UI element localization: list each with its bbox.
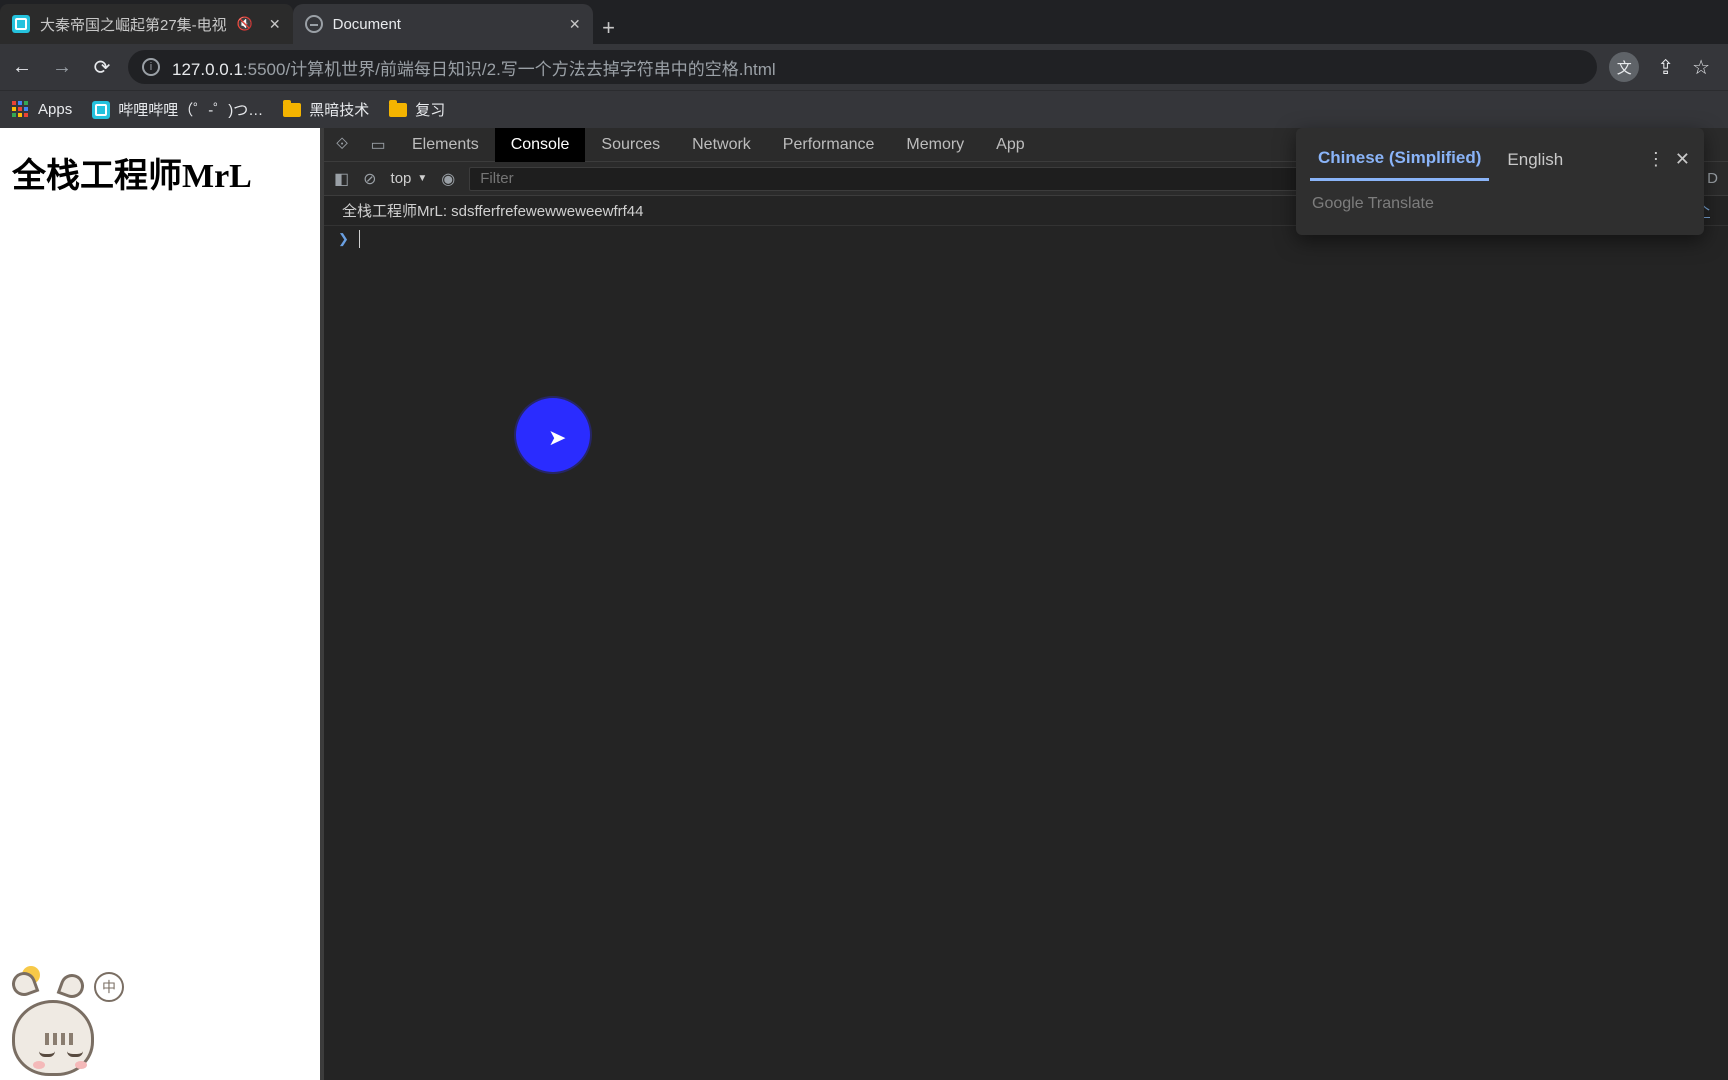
url-port: :5500 [243, 60, 286, 79]
bookmarks-bar: Apps 哔哩哔哩（゜-゜)つ… 黑暗技术 复习 [0, 90, 1728, 128]
tab-memory[interactable]: Memory [890, 128, 980, 162]
page-viewport: 全栈工程师MrL [0, 128, 320, 1080]
new-tab-button[interactable]: + [593, 12, 625, 44]
apps-icon [12, 101, 30, 119]
mascot-bubble[interactable]: 中 [94, 972, 124, 1002]
live-expression-icon[interactable]: ◉ [441, 169, 455, 189]
folder-icon [389, 103, 407, 117]
close-icon[interactable]: ✕ [1675, 149, 1690, 170]
apps-button[interactable]: Apps [12, 101, 72, 119]
tab-title: Document [333, 16, 401, 33]
bilibili-icon [12, 15, 30, 33]
console-body[interactable]: 全栈工程师MrL: sdsfferfrefewewweweewfrf44 2.写… [324, 196, 1728, 1080]
cursor-icon: ➤ [548, 425, 566, 451]
device-toggle-icon[interactable]: ▭ [360, 135, 396, 155]
browser-tabstrip: 大秦帝国之崛起第27集-电视 🔇 ✕ Document ✕ + [0, 0, 1728, 44]
bookmark-folder-dark[interactable]: 黑暗技术 [283, 99, 369, 120]
folder-icon [283, 103, 301, 117]
address-actions: 文 ⇪ ☆ [1609, 52, 1720, 82]
mascot-bubble-text: 中 [102, 977, 116, 997]
translate-lang-english[interactable]: English [1499, 140, 1571, 180]
caret [359, 230, 360, 248]
url-host: 127.0.0.1 [172, 60, 243, 79]
tab-title: 大秦帝国之崛起第27集-电视 [40, 14, 227, 35]
forward-button[interactable]: → [48, 53, 76, 81]
tab-elements[interactable]: Elements [396, 128, 495, 162]
prompt-chevron-icon: ❯ [338, 231, 349, 247]
chevron-down-icon: ▼ [417, 173, 427, 184]
bookmark-label: Apps [38, 101, 72, 118]
devtools-panel: ⟐ ▭ Elements Console Sources Network Per… [324, 128, 1728, 1080]
tab-inactive-1[interactable]: 大秦帝国之崛起第27集-电视 🔇 ✕ [0, 4, 293, 44]
url-path: /计算机世界/前端每日知识/2.写一个方法去掉字符串中的空格.html [285, 60, 775, 79]
star-icon[interactable]: ☆ [1692, 55, 1710, 80]
inspect-icon[interactable]: ⟐ [324, 136, 360, 154]
page-icon [305, 15, 323, 33]
bookmark-folder-review[interactable]: 复习 [389, 99, 445, 120]
tab-sources[interactable]: Sources [585, 128, 676, 162]
reload-button[interactable]: ⟳ [88, 53, 116, 81]
share-icon[interactable]: ⇪ [1657, 55, 1674, 80]
tab-console[interactable]: Console [495, 128, 586, 162]
omnibox[interactable]: i 127.0.0.1:5500/计算机世界/前端每日知识/2.写一个方法去掉字… [128, 50, 1597, 84]
workspace: 全栈工程师MrL ⟐ ▭ Elements Console Sources Ne… [0, 128, 1728, 1080]
close-icon[interactable]: ✕ [569, 16, 581, 33]
translate-icon[interactable]: 文 [1609, 52, 1639, 82]
mascot-overlay: 中 [4, 966, 124, 1076]
site-info-icon[interactable]: i [142, 58, 160, 76]
back-button[interactable]: ← [8, 53, 36, 81]
close-icon[interactable]: ✕ [269, 16, 281, 33]
bookmark-bilibili[interactable]: 哔哩哔哩（゜-゜)つ… [92, 99, 263, 120]
url-text: 127.0.0.1:5500/计算机世界/前端每日知识/2.写一个方法去掉字符串… [172, 55, 776, 80]
bookmark-label: 复习 [415, 99, 445, 120]
translate-lang-chinese[interactable]: Chinese (Simplified) [1310, 138, 1489, 181]
bilibili-icon [92, 101, 110, 119]
bookmark-label: 哔哩哔哩（゜-゜)つ… [118, 99, 263, 120]
address-bar: ← → ⟳ i 127.0.0.1:5500/计算机世界/前端每日知识/2.写一… [0, 44, 1728, 90]
tab-performance[interactable]: Performance [767, 128, 891, 162]
tab-active[interactable]: Document ✕ [293, 4, 593, 44]
kebab-menu-icon[interactable]: ⋮ [1647, 149, 1665, 170]
tab-network[interactable]: Network [676, 128, 767, 162]
clear-console-icon[interactable]: ⊘ [363, 169, 376, 189]
context-selector[interactable]: top ▼ [391, 170, 428, 187]
bookmark-label: 黑暗技术 [309, 99, 369, 120]
sidebar-toggle-icon[interactable]: ◧ [334, 169, 349, 189]
tab-application[interactable]: App [980, 128, 1040, 162]
context-label: top [391, 170, 412, 187]
translate-provider: Google Translate [1296, 181, 1704, 213]
mute-icon[interactable]: 🔇 [237, 16, 253, 32]
page-heading: 全栈工程师MrL [0, 128, 320, 217]
translate-popup: Chinese (Simplified) English ⋮ ✕ Google … [1296, 128, 1704, 235]
